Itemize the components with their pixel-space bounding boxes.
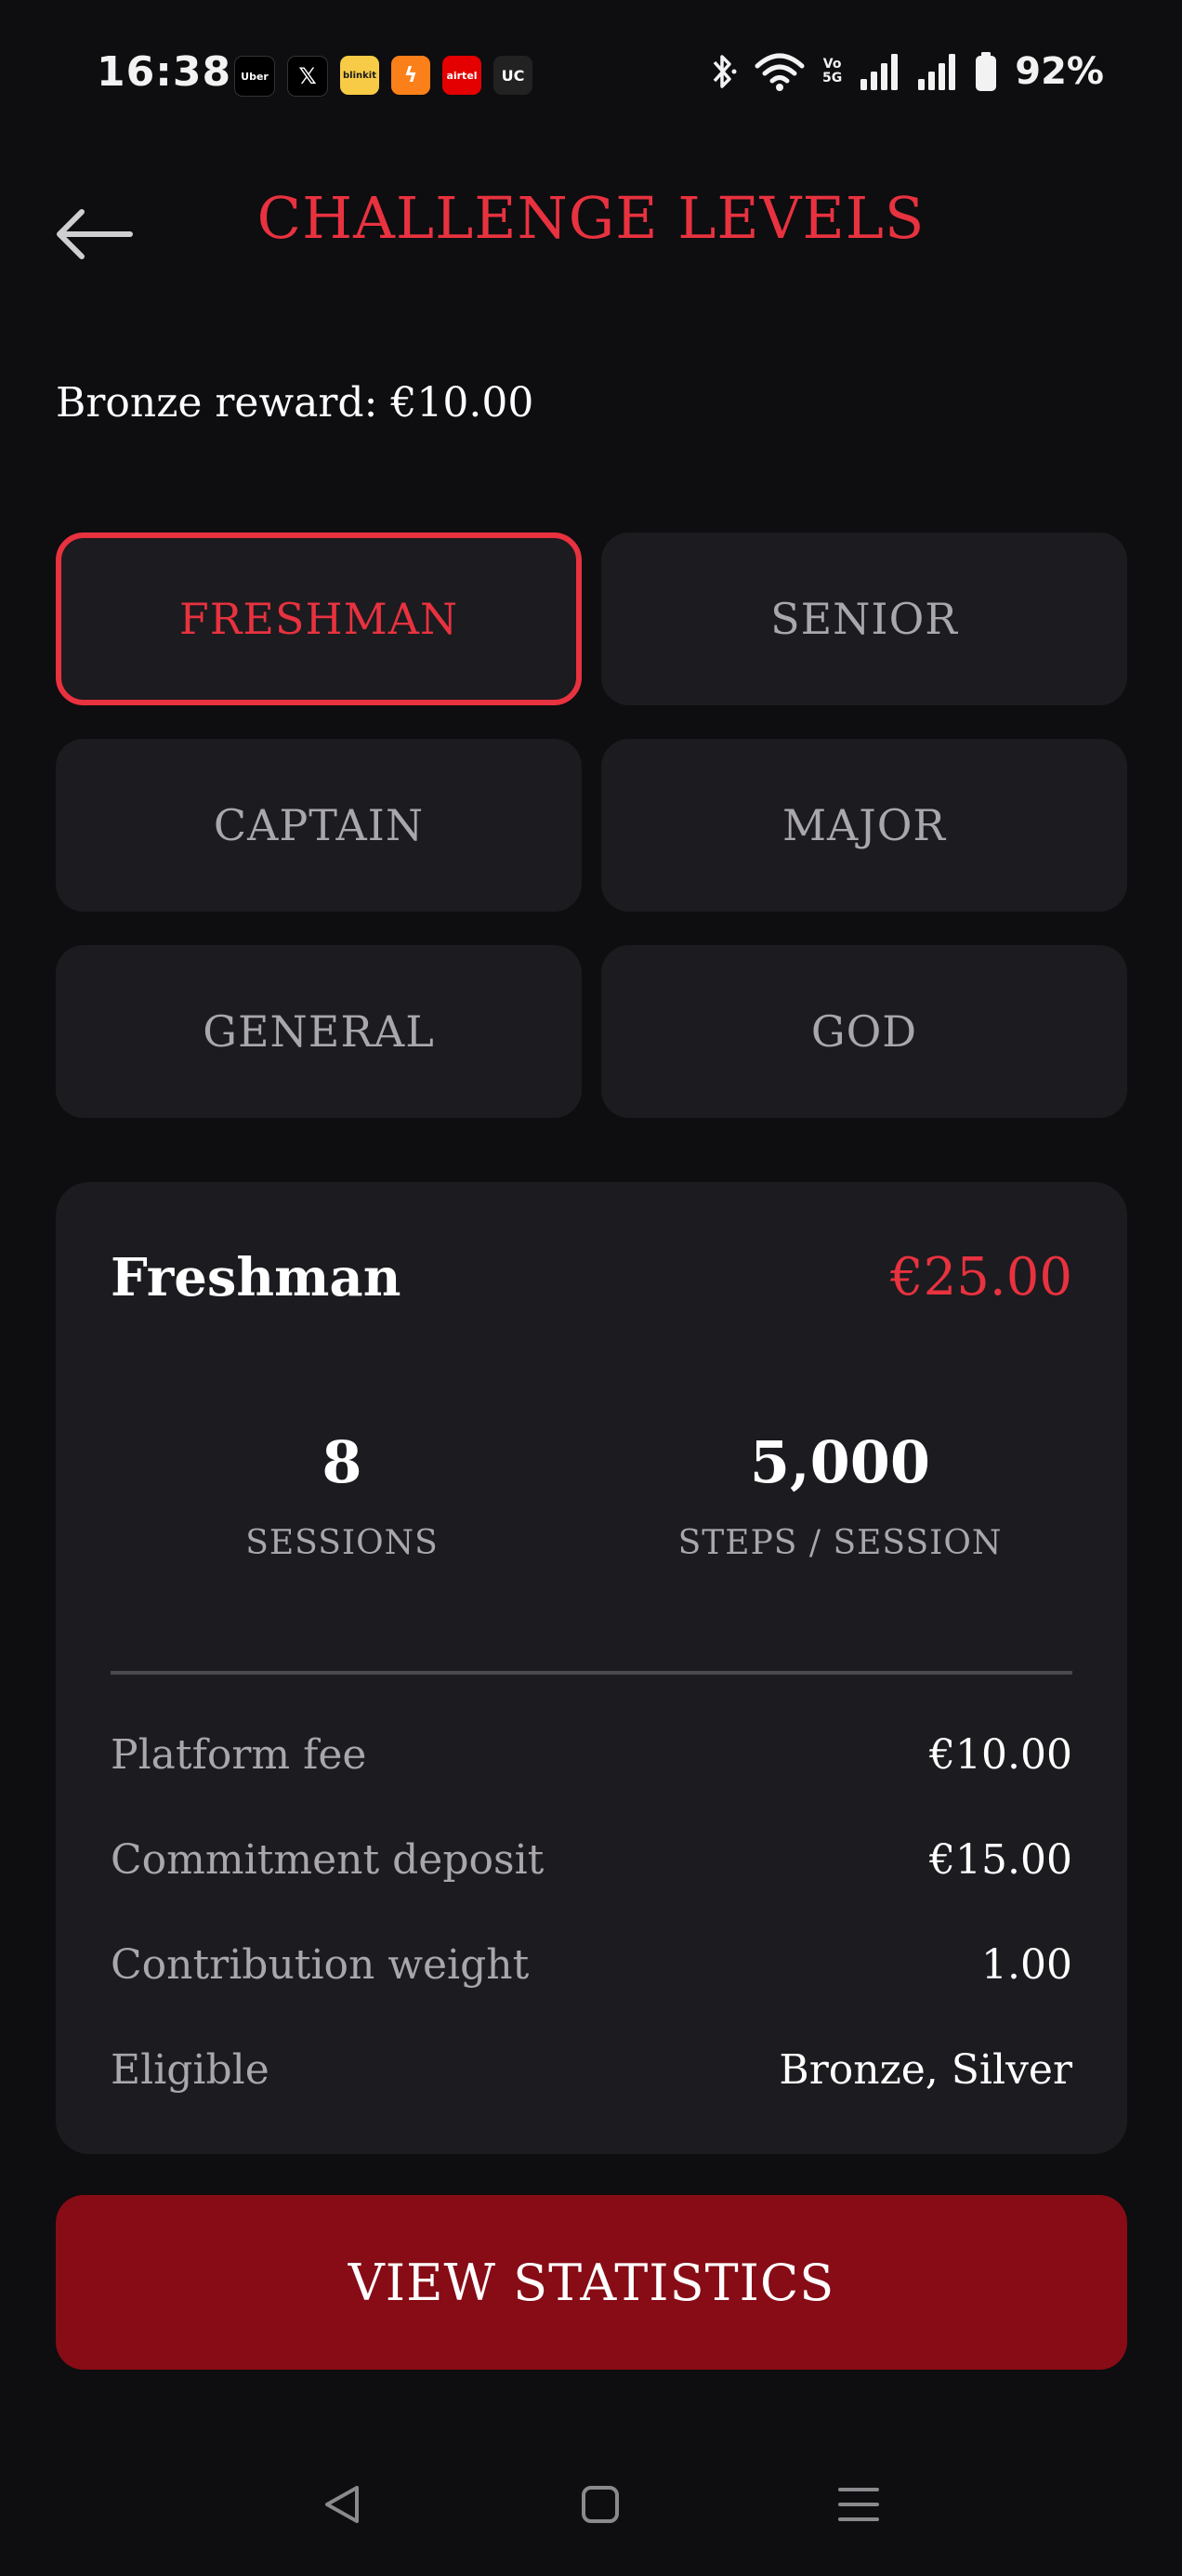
row-label: Commitment deposit — [111, 1835, 545, 1884]
level-selector-grid: FRESHMAN SENIOR CAPTAIN MAJOR GENERAL GO… — [56, 532, 1127, 1118]
uc-notification-icon: UC — [493, 56, 532, 95]
level-name: Freshman — [111, 1247, 401, 1308]
square-home-icon — [582, 2486, 619, 2523]
row-value: 1.00 — [981, 1940, 1072, 1989]
nav-home-button[interactable] — [554, 2453, 647, 2556]
steps-stat: 5,000 STEPS / SESSION — [608, 1426, 1072, 1562]
triangle-back-icon — [325, 2486, 359, 2523]
arrow-left-icon — [57, 209, 133, 259]
sessions-stat: 8 SESSIONS — [110, 1426, 574, 1562]
back-button[interactable] — [52, 199, 136, 269]
row-label: Contribution weight — [111, 1940, 530, 1989]
page-title: CHALLENGE LEVELS — [256, 184, 926, 252]
nav-menu-button[interactable] — [812, 2453, 905, 2556]
steps-value: 5,000 — [749, 1428, 931, 1496]
airtel-notification-icon: airtel — [442, 56, 481, 95]
signal-icon — [859, 51, 900, 92]
level-button-general[interactable]: GENERAL — [56, 945, 582, 1118]
status-time: 16:38 — [97, 48, 232, 96]
row-label: Eligible — [111, 2045, 269, 2094]
row-value: Bronze, Silver — [779, 2045, 1072, 2094]
level-button-captain[interactable]: CAPTAIN — [56, 739, 582, 912]
system-icons: Vo 5G 92% — [709, 50, 1104, 93]
level-button-major[interactable]: MAJOR — [601, 739, 1127, 912]
blinkit-notification-icon: blinkit — [340, 56, 379, 95]
swiggy-notification-icon: ϟ — [391, 56, 430, 95]
bluetooth-icon — [709, 51, 737, 92]
notification-icons: Uber 𝕏 blinkit ϟ airtel UC — [234, 56, 532, 97]
view-statistics-button[interactable]: VIEW STATISTICS — [56, 2195, 1127, 2370]
level-detail-card: Freshman €25.00 8 SESSIONS 5,000 STEPS /… — [56, 1182, 1127, 2154]
platform-fee-row: Platform fee €10.00 — [111, 1722, 1072, 1787]
signal-icon-secondary — [916, 51, 957, 92]
wifi-icon — [754, 51, 806, 92]
battery-icon — [974, 51, 998, 92]
sessions-label: SESSIONS — [245, 1524, 439, 1562]
row-label: Platform fee — [111, 1730, 367, 1779]
menu-lines-icon — [838, 2488, 879, 2521]
sessions-value: 8 — [322, 1428, 362, 1496]
contribution-weight-row: Contribution weight 1.00 — [111, 1932, 1072, 1997]
system-nav-bar — [0, 2453, 1182, 2556]
row-value: €15.00 — [929, 1835, 1072, 1884]
eligible-row: Eligible Bronze, Silver — [111, 2037, 1072, 2102]
status-bar: 16:38 Uber 𝕏 blinkit ϟ airtel UC Vo 5G 9… — [0, 0, 1182, 149]
x-notification-icon: 𝕏 — [287, 56, 328, 97]
volte-indicator: Vo 5G — [822, 57, 843, 85]
level-button-god[interactable]: GOD — [601, 945, 1127, 1118]
commitment-deposit-row: Commitment deposit €15.00 — [111, 1827, 1072, 1892]
row-value: €10.00 — [929, 1730, 1072, 1779]
level-button-senior[interactable]: SENIOR — [601, 532, 1127, 705]
steps-label: STEPS / SESSION — [677, 1524, 1003, 1562]
level-button-freshman[interactable]: FRESHMAN — [56, 532, 582, 705]
card-divider — [111, 1671, 1072, 1675]
level-price: €25.00 — [890, 1247, 1072, 1308]
uber-notification-icon: Uber — [234, 56, 275, 97]
bronze-reward-text: Bronze reward: €10.00 — [56, 379, 534, 427]
nav-back-button[interactable] — [296, 2453, 388, 2556]
battery-percentage: 92% — [1015, 50, 1104, 93]
